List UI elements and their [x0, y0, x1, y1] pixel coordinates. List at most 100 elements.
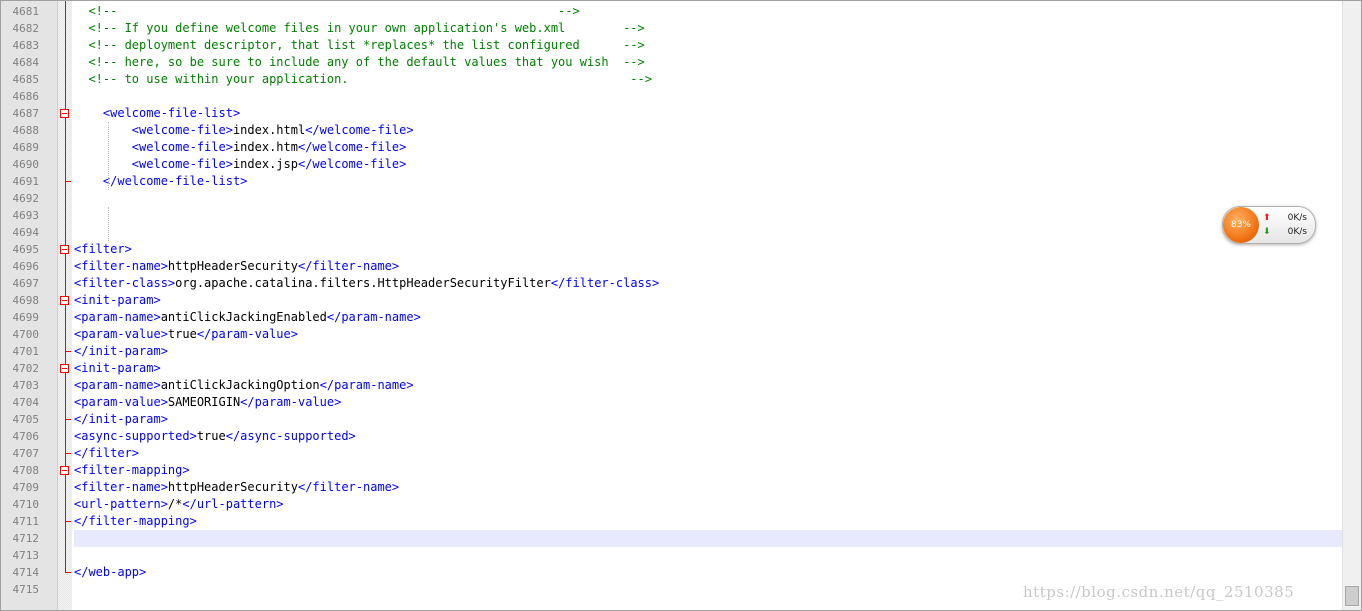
line-content[interactable]: <init-param> [74, 360, 161, 377]
line-content[interactable]: <filter-name>httpHeaderSecurity</filter-… [74, 258, 399, 275]
line-number: 4693 [12, 209, 40, 222]
line-content[interactable]: </welcome-file-list> [74, 173, 248, 190]
upload-rate: 0K/s [1287, 213, 1307, 223]
xml-comment: <!-- to use within your application. --> [74, 72, 652, 86]
code-line[interactable]: 4710 <url-pattern>/*</url-pattern> [1, 496, 1344, 513]
line-content[interactable]: <welcome-file-list> [74, 105, 240, 122]
code-line[interactable]: 4708 <filter-mapping> [1, 462, 1344, 479]
line-number: 4694 [12, 226, 40, 239]
line-content[interactable]: <param-value>SAMEORIGIN</param-value> [74, 394, 341, 411]
code-line[interactable]: 4703 <param-name>antiClickJackingOption</… [1, 377, 1344, 394]
xml-tag: </init-param> [74, 344, 168, 358]
line-content[interactable]: <welcome-file>index.html</welcome-file> [74, 122, 414, 139]
xml-text: httpHeaderSecurity [167, 259, 298, 273]
fold-toggle-icon[interactable] [60, 466, 69, 475]
xml-text [74, 106, 103, 120]
line-content[interactable]: </web-app> [74, 564, 146, 581]
code-line[interactable]: 4681 <!-- --> [1, 3, 1344, 20]
watermark: https://blog.csdn.net/qq_2510385 [1023, 583, 1295, 601]
code-line[interactable]: 4707 </filter> [1, 445, 1344, 462]
xml-tag: <welcome-file> [131, 123, 233, 137]
line-number: 4703 [12, 379, 40, 392]
code-editor[interactable]: 4681 <!-- --> 4682 <!-- If you define wel… [0, 0, 1362, 611]
line-content[interactable]: <param-value>true</param-value> [74, 326, 298, 343]
code-line[interactable]: 4691 </welcome-file-list> [1, 173, 1344, 190]
code-line[interactable]: 4701 </init-param> [1, 343, 1344, 360]
fold-toggle-icon[interactable] [60, 109, 69, 118]
code-line[interactable]: 4690 <welcome-file>index.jsp</welcome-fi… [1, 156, 1344, 173]
line-content[interactable]: </init-param> [74, 343, 168, 360]
code-line[interactable]: 4704 <param-value>SAMEORIGIN</param-value… [1, 394, 1344, 411]
code-line[interactable]: 4695 <filter> [1, 241, 1344, 258]
code-line[interactable]: 4699 <param-name>antiClickJackingEnabled<… [1, 309, 1344, 326]
line-content[interactable]: </init-param> [74, 411, 168, 428]
xml-tag: <welcome-file> [131, 157, 233, 171]
code-line[interactable]: 4697 <filter-class>org.apache.catalina.fi… [1, 275, 1344, 292]
xml-tag: </filter> [74, 446, 140, 460]
line-content[interactable]: <!-- If you define welcome files in your… [74, 20, 644, 37]
line-number: 4715 [12, 583, 40, 596]
xml-tag: <filter-class> [74, 276, 176, 290]
xml-tag: </filter-class> [550, 276, 660, 290]
vertical-scrollbar[interactable] [1342, 1, 1361, 610]
fold-toggle-icon[interactable] [60, 364, 69, 373]
code-line[interactable]: 4685 <!-- to use within your application… [1, 71, 1344, 88]
line-content[interactable]: </filter-mapping> [74, 513, 197, 530]
code-line[interactable]: 4706 <async-supported>true</async-support… [1, 428, 1344, 445]
line-content[interactable]: <filter-mapping> [74, 462, 190, 479]
line-content[interactable]: <!-- to use within your application. --> [74, 71, 652, 88]
line-number: 4697 [12, 277, 40, 290]
code-line[interactable]: 4686 [1, 88, 1344, 105]
line-content[interactable]: <filter-name>httpHeaderSecurity</filter-… [74, 479, 399, 496]
code-line[interactable]: 4702 <init-param> [1, 360, 1344, 377]
code-line[interactable]: 4692 [1, 190, 1344, 207]
line-number: 4690 [12, 158, 40, 171]
line-content[interactable]: <filter> [74, 241, 132, 258]
line-content[interactable]: <async-supported>true</async-supported> [74, 428, 356, 445]
code-line[interactable]: 4696 <filter-name>httpHeaderSecurity</fil… [1, 258, 1344, 275]
indent-guide [108, 207, 109, 241]
line-content[interactable]: <init-param> [74, 292, 161, 309]
xml-text: httpHeaderSecurity [167, 480, 298, 494]
fold-toggle-icon[interactable] [60, 245, 69, 254]
network-monitor-widget[interactable]: 83% ⬆ 0K/s ⬇ 0K/s [1222, 206, 1316, 244]
code-line[interactable]: 4689 <welcome-file>index.htm</welcome-fi… [1, 139, 1344, 156]
line-content[interactable]: <welcome-file>index.jsp</welcome-file> [74, 156, 407, 173]
line-content[interactable]: <filter-class>org.apache.catalina.filter… [74, 275, 659, 292]
line-number: 4702 [12, 362, 40, 375]
code-line[interactable]: 4700 <param-value>true</param-value> [1, 326, 1344, 343]
xml-text [74, 157, 132, 171]
code-line[interactable]: 4687 <welcome-file-list> [1, 105, 1344, 122]
xml-text: index.html [232, 123, 306, 137]
fold-toggle-icon[interactable] [60, 296, 69, 305]
code-line[interactable]: 4683 <!-- deployment descriptor, that li… [1, 37, 1344, 54]
code-line[interactable]: 4709 <filter-name>httpHeaderSecurity</fil… [1, 479, 1344, 496]
line-content[interactable]: <!-- deployment descriptor, that list *r… [74, 37, 644, 54]
code-line[interactable]: 4714 </web-app> [1, 564, 1344, 581]
line-number: 4706 [12, 430, 40, 443]
xml-tag: </filter-name> [297, 259, 400, 273]
code-line[interactable]: 4713 [1, 547, 1344, 564]
code-line[interactable]: 4705 </init-param> [1, 411, 1344, 428]
code-line[interactable]: 4711 </filter-mapping> [1, 513, 1344, 530]
code-line[interactable]: 4684 <!-- here, so be sure to include an… [1, 54, 1344, 71]
line-number: 4698 [12, 294, 40, 307]
line-content[interactable]: <url-pattern>/*</url-pattern> [74, 496, 284, 513]
download-rate: 0K/s [1287, 227, 1307, 237]
line-number: 4682 [12, 22, 40, 35]
code-line[interactable]: 4688 <welcome-file>index.html</welcome-f… [1, 122, 1344, 139]
code-line[interactable]: 4712 [1, 530, 1344, 547]
line-content[interactable]: <param-name>antiClickJackingOption</para… [74, 377, 414, 394]
line-content[interactable]: </filter> [74, 445, 139, 462]
line-content[interactable]: <!-- here, so be sure to include any of … [74, 54, 644, 71]
line-content[interactable]: <!-- --> [74, 3, 579, 20]
line-content[interactable]: <welcome-file>index.htm</welcome-file> [74, 139, 407, 156]
code-line[interactable]: 4682 <!-- If you define welcome files in… [1, 20, 1344, 37]
line-content[interactable]: <param-name>antiClickJackingEnabled</par… [74, 309, 421, 326]
indent-guide [108, 122, 109, 190]
code-line[interactable]: 4694 [1, 224, 1344, 241]
code-line[interactable]: 4693 [1, 207, 1344, 224]
xml-tag: <welcome-file-list> [102, 106, 241, 120]
scrollbar-thumb[interactable] [1345, 586, 1359, 606]
code-line[interactable]: 4698 <init-param> [1, 292, 1344, 309]
